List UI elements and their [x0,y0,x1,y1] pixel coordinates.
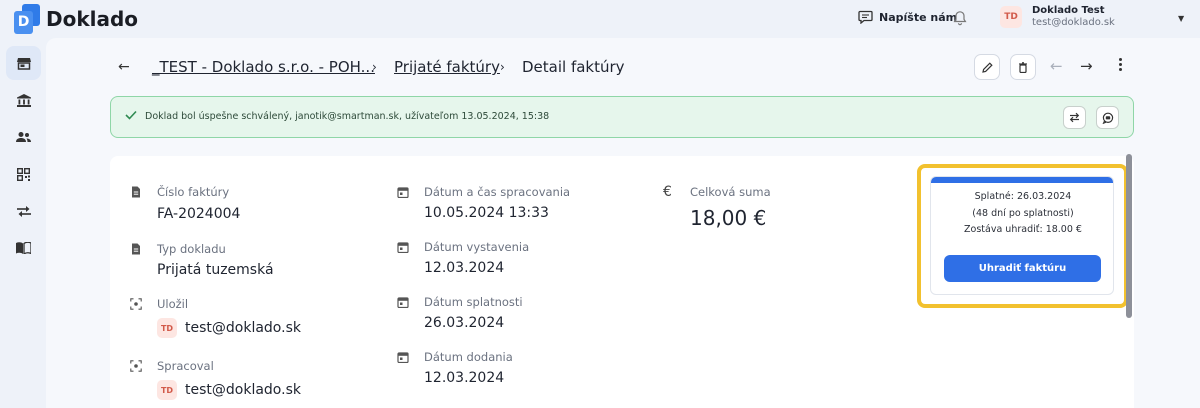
payment-card-accent [931,177,1113,183]
payment-overdue-days: (48 dní po splatnosti) [972,208,1074,219]
document-type: Prijatá tuzemská [157,262,274,278]
calendar-icon [397,297,409,308]
due-date-label: Dátum splatnosti [424,295,523,309]
user-focus-icon [130,298,142,310]
invoice-number: FA-2024004 [157,206,241,222]
avatar: TD [157,318,177,338]
previous-document-icon[interactable]: ← [1050,57,1063,75]
saved-by-label: Uložil [157,297,189,311]
document-type-label: Typ dokladu [157,242,226,256]
avatar: TD [1000,6,1022,28]
breadcrumb-received-invoices[interactable]: Prijaté faktúry [394,58,500,76]
processed-at: 10.05.2024 13:33 [424,205,549,221]
due-date: 26.03.2024 [424,315,505,331]
invoice-number-label: Číslo faktúry [157,185,230,199]
scrollbar[interactable] [1126,154,1132,318]
store-icon [16,57,31,70]
chat-bubble-icon [1102,112,1113,124]
bank-icon [16,93,31,107]
total-amount-label: Celková suma [690,185,771,199]
document-icon [132,186,140,198]
issued-date-label: Dátum vystavenia [424,240,530,254]
write-us-label: Napíšte nám [879,10,958,24]
document-icon [132,243,140,255]
sidebar-item-book[interactable] [6,231,41,265]
user-focus-icon [130,360,142,372]
user-email: test@doklado.sk [1032,17,1115,28]
more-options-icon[interactable] [1116,58,1124,71]
processed-by-user: TD test@doklado.sk [157,380,301,400]
alert-message: Doklad bol úspešne schválený, janotik@sm… [145,111,550,122]
payment-card: Splatné: 26.03.2024 (48 dní po splatnost… [930,176,1114,295]
users-icon [16,132,31,142]
saved-by-user: TD test@doklado.sk [157,318,301,338]
top-bar: D Doklado Napíšte nám TD Doklado Test te… [0,0,1200,38]
book-icon [16,242,31,254]
euro-icon: € [663,184,672,200]
user-name: Doklado Test [1032,5,1105,16]
app-name: Doklado [46,7,139,31]
saved-by-email: test@doklado.sk [185,320,301,336]
check-icon [125,110,137,120]
chevron-down-icon[interactable]: ▼ [1178,14,1184,23]
transfer-icon [16,205,31,217]
sidebar-item-users[interactable] [6,120,41,154]
edit-button[interactable] [974,54,1000,80]
app-logo[interactable]: D Doklado [14,4,138,34]
pencil-icon [981,61,993,73]
calendar-icon [397,187,409,198]
bell-icon[interactable] [952,10,968,26]
approval-alert: Doklad bol úspešne schválený, janotik@sm… [110,96,1134,138]
payment-remaining: Zostáva uhradiť: 18.00 € [964,224,1082,235]
back-arrow-icon[interactable]: ← [118,59,130,75]
sidebar-item-transfers[interactable] [6,194,41,228]
processed-at-label: Dátum a čas spracovania [424,185,571,199]
next-document-icon[interactable]: → [1080,57,1093,75]
delete-button[interactable] [1010,54,1036,80]
delivery-date: 12.03.2024 [424,370,505,386]
payment-due-date: Splatné: 26.03.2024 [974,191,1072,202]
write-us-button[interactable]: Napíšte nám [858,10,957,24]
swap-button[interactable] [1063,106,1086,129]
sidebar [0,38,46,408]
user-menu[interactable]: TD Doklado Test test@doklado.sk [1000,5,1115,29]
page-title: Detail faktúry [522,58,625,76]
breadcrumb-company[interactable]: _TEST - Doklado s.r.o. - POH... [152,58,375,76]
logo-icon: D [14,4,40,34]
trash-icon [1019,61,1027,73]
breadcrumb-separator: › [372,60,377,74]
delivery-date-label: Dátum dodania [424,350,513,364]
calendar-icon [397,242,409,253]
processed-by-label: Spracoval [157,359,214,373]
swap-icon [1069,112,1080,123]
breadcrumb-separator: › [500,60,505,74]
pay-invoice-button[interactable]: Uhradiť faktúru [944,255,1101,282]
qr-code-icon [17,167,30,181]
comment-button[interactable] [1096,106,1119,129]
processed-by-email: test@doklado.sk [185,382,301,398]
sidebar-item-bank[interactable] [6,83,41,117]
issued-date: 12.03.2024 [424,260,505,276]
sidebar-item-qr[interactable] [6,157,41,191]
sidebar-item-store[interactable] [6,46,41,80]
avatar: TD [157,380,177,400]
total-amount: 18,00 € [690,206,767,230]
calendar-icon [397,352,409,363]
chat-icon [858,10,873,24]
